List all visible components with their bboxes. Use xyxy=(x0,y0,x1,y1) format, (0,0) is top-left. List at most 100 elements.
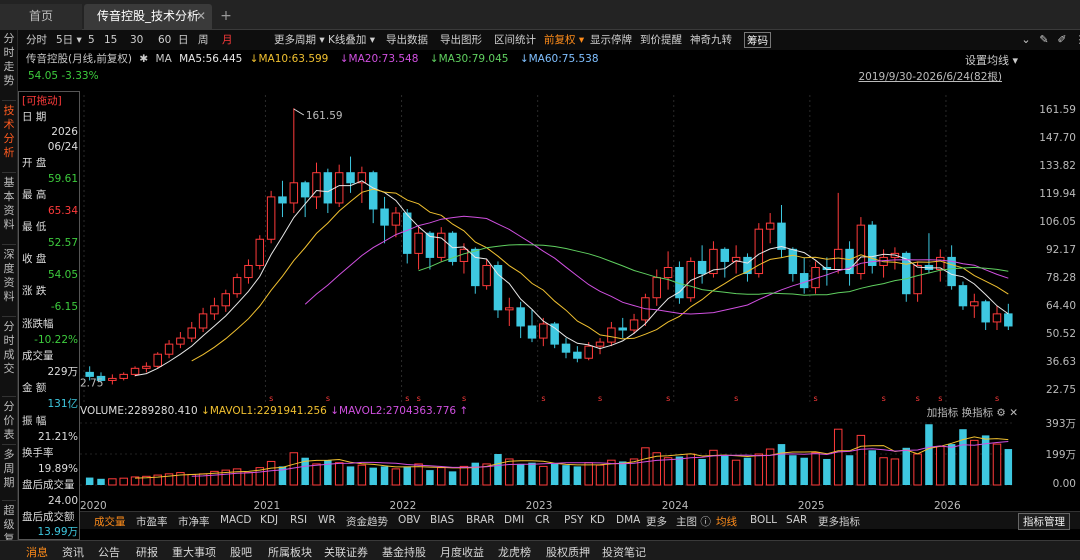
candle[interactable] xyxy=(459,243,469,274)
candle[interactable] xyxy=(743,253,752,282)
candle[interactable] xyxy=(232,273,242,298)
left-nav-item-1[interactable]: 技术分析 xyxy=(0,104,18,160)
volume-bar[interactable] xyxy=(595,464,605,486)
volume-bar[interactable] xyxy=(550,463,559,485)
drag-label[interactable]: [可拖动] xyxy=(22,94,78,108)
volume-bar[interactable] xyxy=(959,429,967,485)
indicator-tab-9[interactable]: BIAS xyxy=(430,514,454,526)
bottom-tab-2[interactable]: 公告 xyxy=(98,544,120,560)
candle[interactable] xyxy=(380,196,389,244)
toolbar-item-17[interactable]: 神奇九转 xyxy=(690,32,732,48)
candle[interactable] xyxy=(505,297,514,326)
volume-bar[interactable] xyxy=(448,471,457,485)
volume-bar[interactable] xyxy=(936,446,945,486)
main-indicator-tab-0[interactable]: 主图 ⓘ xyxy=(676,514,711,529)
indicator-tab-1[interactable]: 市盈率 xyxy=(136,514,168,529)
volume-chart[interactable]: 393万 199万 0.00 2020 2021 2022 2023 2024 2025 2026 xyxy=(80,415,1080,511)
candle[interactable] xyxy=(709,241,718,278)
more-icon[interactable]: ⋮ xyxy=(1072,32,1080,48)
candle[interactable] xyxy=(448,231,457,266)
main-indicator-tab-1[interactable]: 均线 xyxy=(716,514,737,529)
volume-bar[interactable] xyxy=(800,457,808,485)
volume-bar[interactable] xyxy=(266,460,276,486)
toolbar-item-6[interactable]: 日 xyxy=(178,32,189,48)
volume-bar[interactable] xyxy=(663,457,673,486)
candle[interactable] xyxy=(618,317,627,339)
volume-bar[interactable] xyxy=(505,458,514,486)
event-marker-icon[interactable]: s xyxy=(598,394,602,403)
event-marker-icon[interactable]: s xyxy=(405,394,409,403)
toolbar-item-16[interactable]: 到价提醒 xyxy=(640,32,682,48)
candle[interactable] xyxy=(176,332,185,349)
volume-bar[interactable] xyxy=(823,458,831,485)
volume-bar[interactable] xyxy=(618,461,627,485)
chevron-down-icon[interactable]: ⌄ xyxy=(1018,32,1034,48)
edit-icon[interactable]: ✐ xyxy=(1054,32,1070,48)
bottom-tab-7[interactable]: 关联证券 xyxy=(324,544,368,560)
indicator-tab-6[interactable]: WR xyxy=(318,514,336,526)
candle[interactable] xyxy=(391,206,401,238)
settings-icon[interactable]: ✱ xyxy=(139,53,148,65)
volume-bar[interactable] xyxy=(516,463,525,485)
candle[interactable] xyxy=(414,227,423,270)
volume-bar[interactable] xyxy=(346,466,355,485)
event-marker-icon[interactable]: s xyxy=(666,394,670,403)
candle[interactable] xyxy=(289,108,299,214)
volume-bar[interactable] xyxy=(584,462,593,486)
bottom-tab-4[interactable]: 重大事项 xyxy=(172,544,216,560)
info-panel[interactable]: [可拖动] 日 期 2026 06/24 开 盘 59.61 最 高 65.34… xyxy=(18,91,80,540)
volume-bar[interactable] xyxy=(391,468,401,486)
candle[interactable] xyxy=(652,269,661,306)
volume-bar[interactable] xyxy=(913,453,922,486)
event-marker-icon[interactable]: s xyxy=(814,394,818,403)
volume-bar[interactable] xyxy=(1004,449,1013,485)
volume-bar[interactable] xyxy=(856,434,866,486)
candle[interactable] xyxy=(312,162,321,210)
toolbar-item-11[interactable]: 导出数据 xyxy=(386,32,428,48)
event-marker-icon[interactable]: s xyxy=(734,394,738,403)
bottom-tab-12[interactable]: 投资笔记 xyxy=(602,544,646,560)
indicator-tab-12[interactable]: CR xyxy=(535,514,550,526)
toolbar-item-8[interactable]: 月 xyxy=(222,32,233,48)
candle[interactable] xyxy=(278,180,287,218)
candle[interactable] xyxy=(992,305,1002,331)
candle[interactable] xyxy=(799,257,809,294)
volume-bar[interactable] xyxy=(902,447,910,485)
indicator-tab-4[interactable]: KDJ xyxy=(260,514,278,526)
candle[interactable] xyxy=(867,221,877,274)
close-icon[interactable]: ✕ xyxy=(196,4,206,28)
volume-bar[interactable] xyxy=(652,452,661,486)
toolbar-item-4[interactable]: 30 xyxy=(130,32,143,48)
volume-bar[interactable] xyxy=(743,457,752,485)
event-marker-icon[interactable]: s xyxy=(326,394,330,403)
candle[interactable] xyxy=(368,170,378,224)
indicator-tab-5[interactable]: RSI xyxy=(290,514,307,526)
volume-bar[interactable] xyxy=(675,456,684,485)
candle[interactable] xyxy=(142,362,151,373)
candle[interactable] xyxy=(822,257,832,286)
candle[interactable] xyxy=(573,346,582,363)
toolbar-item-18[interactable]: 筹码 xyxy=(744,32,771,48)
volume-bar[interactable] xyxy=(108,478,117,486)
main-indicator-tab-3[interactable]: SAR xyxy=(786,514,807,526)
candle[interactable] xyxy=(187,321,196,343)
candle[interactable] xyxy=(833,192,843,274)
toolbar-item-14[interactable]: 前复权 ▾ xyxy=(544,32,584,48)
candle[interactable] xyxy=(936,249,945,282)
indicator-tab-11[interactable]: DMI xyxy=(504,514,524,526)
date-range[interactable]: 2019/9/30-2026/6/24(82根) xyxy=(858,69,1002,84)
candlestick-chart[interactable]: 161.59 147.70 133.82 119.94 106.05 92.17 78.28… xyxy=(80,95,1080,405)
volume-bar[interactable] xyxy=(471,462,480,485)
volume-bar[interactable] xyxy=(811,452,820,486)
toolbar-item-15[interactable]: 显示停牌 xyxy=(590,32,632,48)
candle[interactable] xyxy=(731,245,741,274)
volume-bar[interactable] xyxy=(868,450,876,485)
toolbar-item-9[interactable]: 更多周期 ▾ xyxy=(274,32,325,48)
volume-bar[interactable] xyxy=(686,453,696,486)
candle[interactable] xyxy=(981,299,990,331)
volume-bar[interactable] xyxy=(380,466,389,485)
volume-bar[interactable] xyxy=(925,424,933,485)
indicator-tab-14[interactable]: KD xyxy=(590,514,605,526)
volume-bar[interactable] xyxy=(970,439,979,486)
toolbar-item-12[interactable]: 导出图形 xyxy=(440,32,482,48)
